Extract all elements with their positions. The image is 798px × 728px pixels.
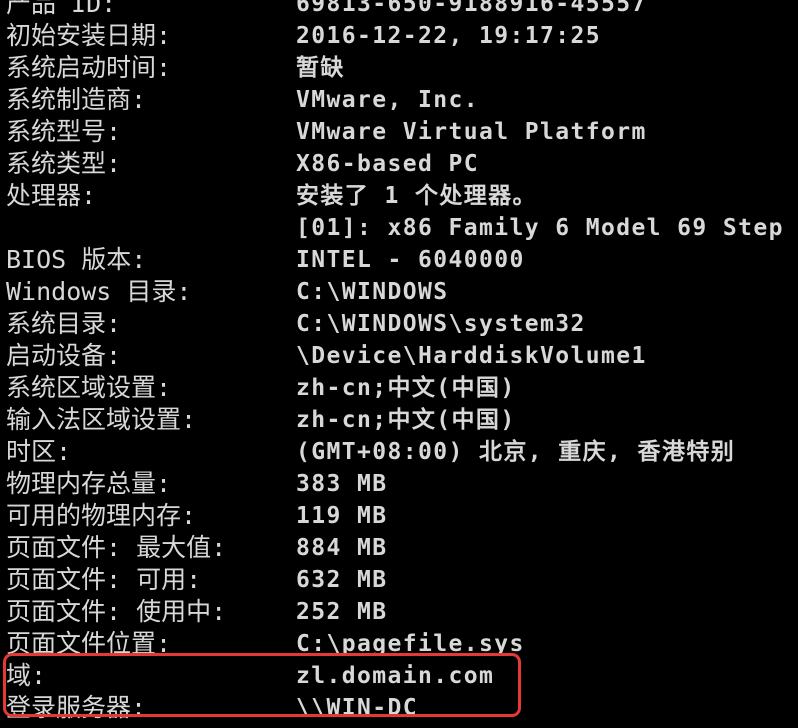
row-pagefile-available: 页面文件: 可用: 632 MB [0, 564, 798, 596]
row-value: 69813-650-9188916-45557 [296, 0, 647, 17]
row-label: 系统启动时间: [6, 53, 172, 82]
row-label: 时区: [6, 437, 72, 466]
row-value: 383 MB [296, 471, 388, 497]
row-bios-version: BIOS 版本: INTEL - 6040000 [0, 244, 798, 276]
row-system-dir: 系统目录: C:\WINDOWS\system32 [0, 308, 798, 340]
row-value: (GMT+08:00) 北京, 重庆, 香港特别 [296, 439, 736, 465]
row-install-date: 初始安装日期: 2016-12-22, 19:17:25 [0, 20, 798, 52]
row-label: 页面文件: 可用: [6, 565, 202, 594]
row-label: 产品 ID: [6, 0, 117, 18]
row-label: Windows 目录: [6, 277, 192, 306]
row-label: BIOS 版本: [6, 245, 147, 274]
row-input-locale: 输入法区域设置: zh-cn;中文(中国) [0, 404, 798, 436]
row-value: zh-cn;中文(中国) [296, 375, 516, 401]
row-boot-time: 系统启动时间: 暂缺 [0, 52, 798, 84]
row-value: 884 MB [296, 535, 388, 561]
row-time-zone: 时区: (GMT+08:00) 北京, 重庆, 香港特别 [0, 436, 798, 468]
row-pagefile-in-use: 页面文件: 使用中: 252 MB [0, 596, 798, 628]
row-value: INTEL - 6040000 [296, 247, 525, 273]
row-processor-detail: [01]: x86 Family 6 Model 69 Step [0, 212, 798, 244]
row-label: 系统型号: [6, 117, 122, 146]
row-value: zh-cn;中文(中国) [296, 407, 516, 433]
row-system-type: 系统类型: X86-based PC [0, 148, 798, 180]
row-label: 输入法区域设置: [6, 405, 197, 434]
row-windows-dir: Windows 目录: C:\WINDOWS [0, 276, 798, 308]
row-value: 安装了 1 个处理器。 [296, 183, 537, 209]
row-manufacturer: 系统制造商: VMware, Inc. [0, 84, 798, 116]
row-value: VMware Virtual Platform [296, 119, 647, 145]
row-label: 系统制造商: [6, 85, 147, 114]
row-value: 632 MB [296, 567, 388, 593]
row-label: 可用的物理内存: [6, 501, 197, 530]
row-label: 初始安装日期: [6, 21, 172, 50]
row-value: \Device\HarddiskVolume1 [296, 343, 647, 369]
row-system-locale: 系统区域设置: zh-cn;中文(中国) [0, 372, 798, 404]
row-processor: 处理器: 安装了 1 个处理器。 [0, 180, 798, 212]
row-value: 暂缺 [296, 55, 345, 81]
row-value: 2016-12-22, 19:17:25 [296, 23, 601, 49]
row-label: 系统目录: [6, 309, 122, 338]
row-label: 页面文件: 使用中: [6, 597, 227, 626]
row-total-memory: 物理内存总量: 383 MB [0, 468, 798, 500]
console-window: 产品 ID: 69813-650-9188916-45557 初始安装日期: 2… [0, 0, 798, 728]
row-value: VMware, Inc. [296, 87, 479, 113]
row-label: 启动设备: [6, 341, 122, 370]
row-available-memory: 可用的物理内存: 119 MB [0, 500, 798, 532]
row-label: 处理器: [6, 181, 97, 210]
row-label: 系统区域设置: [6, 373, 172, 402]
highlight-annotation-box [3, 653, 521, 717]
row-pagefile-max: 页面文件: 最大值: 884 MB [0, 532, 798, 564]
row-value: [01]: x86 Family 6 Model 69 Step [296, 215, 784, 241]
row-product-id: 产品 ID: 69813-650-9188916-45557 [0, 0, 798, 20]
row-value: 119 MB [296, 503, 388, 529]
row-model: 系统型号: VMware Virtual Platform [0, 116, 798, 148]
row-boot-device: 启动设备: \Device\HarddiskVolume1 [0, 340, 798, 372]
row-value: C:\WINDOWS\system32 [296, 311, 586, 337]
row-label: 系统类型: [6, 149, 122, 178]
row-value: X86-based PC [296, 151, 479, 177]
row-value: C:\WINDOWS [296, 279, 449, 305]
row-value: 252 MB [296, 599, 388, 625]
row-label: 页面文件: 最大值: [6, 533, 227, 562]
row-label: 物理内存总量: [6, 469, 172, 498]
